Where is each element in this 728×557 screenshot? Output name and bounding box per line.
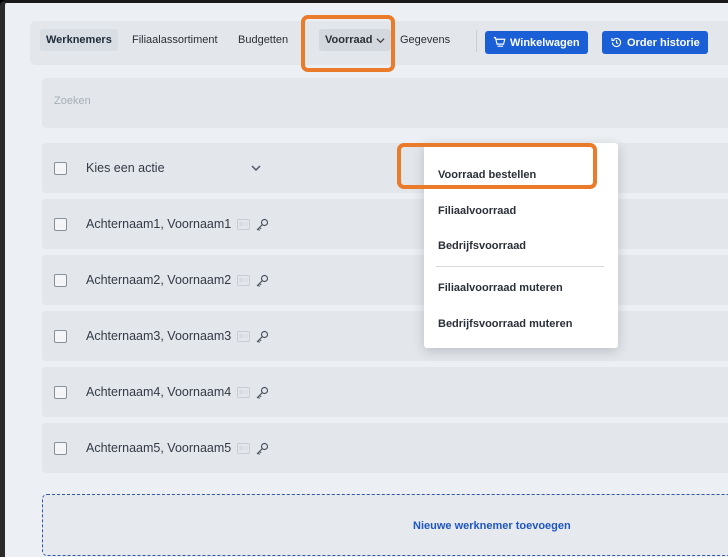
employee-name-text: Achternaam4, Voornaam4 [86,385,232,399]
order-history-button[interactable]: Order historie [602,31,708,54]
employee-name[interactable]: Achternaam1, Voornaam1 [86,217,269,232]
table-row: Achternaam3, Voornaam3 [42,311,728,361]
table-row: Achternaam1, Voornaam1 [42,199,728,249]
employee-name[interactable]: Achternaam3, Voornaam3 [86,329,269,344]
menu-item-filiaalvoorraad-muteren[interactable]: Filiaalvoorraad muteren [438,282,563,294]
employee-name-text: Achternaam3, Voornaam3 [86,329,232,343]
menu-item-bedrijfsvoorraad-muteren[interactable]: Bedrijfsvoorraad muteren [438,318,572,330]
add-employee-button[interactable]: Nieuwe werknemer toevoegen [42,494,728,556]
app-window: Werknemers Filiaalassortiment Budgetten … [0,0,728,557]
employee-name[interactable]: Achternaam4, Voornaam4 [86,385,269,400]
nav-budgetten[interactable]: Budgetten [238,34,290,46]
id-card-icon [236,275,250,287]
employee-name-text: Achternaam1, Voornaam1 [86,217,232,231]
nav-gegevens[interactable]: Gegevens [400,34,450,46]
employee-name-text: Achternaam2, Voornaam2 [86,273,232,287]
id-card-icon [236,387,250,399]
row-checkbox[interactable] [54,442,67,455]
chevron-down-icon[interactable] [250,162,262,174]
cart-label: Winkelwagen [510,36,580,49]
key-icon[interactable] [255,386,269,400]
main-area: Werknemers Filiaalassortiment Budgetten … [30,3,728,557]
bulk-action-select[interactable]: Kies een actie [86,161,165,175]
menu-divider [436,266,604,267]
menu-item-bedrijfsvoorraad[interactable]: Bedrijfsvoorraad [438,240,526,252]
nav-werknemers[interactable]: Werknemers [40,29,118,51]
table-row: Achternaam2, Voornaam2 [42,255,728,305]
row-checkbox[interactable] [54,386,67,399]
key-icon[interactable] [255,218,269,232]
bulk-action-row: Kies een actie [42,143,728,193]
key-icon[interactable] [255,442,269,456]
select-all-checkbox[interactable] [54,162,67,175]
row-checkbox[interactable] [54,218,67,231]
id-card-icon [236,443,250,455]
cart-icon [493,37,506,47]
nav-filiaalassortiment[interactable]: Filiaalassortiment [132,34,218,46]
highlight-voorraad [301,15,395,72]
id-card-icon [236,331,250,343]
employee-name[interactable]: Achternaam2, Voornaam2 [86,273,269,288]
cart-button[interactable]: Winkelwagen [485,31,588,54]
menu-item-filiaalvoorraad[interactable]: Filiaalvoorraad [438,205,516,217]
highlight-voorraad-bestellen [397,143,597,189]
order-history-label: Order historie [627,36,700,49]
row-checkbox[interactable] [54,274,67,287]
employee-name-text: Achternaam5, Voornaam5 [86,441,232,455]
table-row: Achternaam4, Voornaam4 [42,367,728,417]
row-checkbox[interactable] [54,330,67,343]
search-bar [42,78,728,128]
employee-name[interactable]: Achternaam5, Voornaam5 [86,441,269,456]
history-icon [611,37,622,48]
key-icon[interactable] [255,330,269,344]
id-card-icon [236,219,250,231]
nav-divider [476,30,477,52]
key-icon[interactable] [255,274,269,288]
search-input[interactable] [54,95,354,107]
add-employee-label: Nieuwe werknemer toevoegen [413,520,571,532]
table-row: Achternaam5, Voornaam5 [42,423,728,473]
